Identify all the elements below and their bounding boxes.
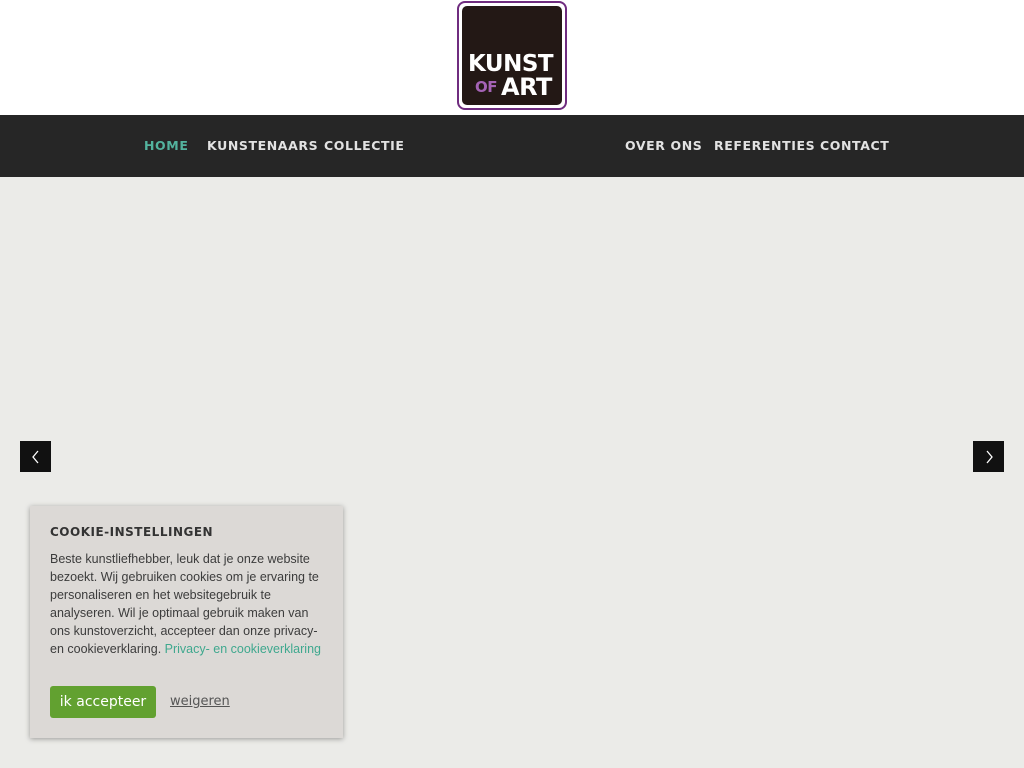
logo-text-art: ART (501, 73, 552, 101)
logo-text-of: OF (475, 78, 498, 96)
slider-next-button[interactable] (973, 441, 1004, 472)
nav-item-collectie[interactable]: COLLECTIE (324, 115, 405, 177)
nav-item-over-ons[interactable]: OVER ONS (625, 115, 702, 177)
cookie-message: Beste kunstliefhebber, leuk dat je onze … (50, 550, 330, 658)
privacy-policy-link[interactable]: Privacy- en cookieverklaring (165, 642, 321, 656)
slider-prev-button[interactable] (20, 441, 51, 472)
nav-item-contact[interactable]: CONTACT (820, 115, 889, 177)
chevron-left-icon (31, 450, 38, 463)
cookie-consent-banner: COOKIE-INSTELLINGEN Beste kunstliefhebbe… (30, 506, 343, 738)
accept-cookies-button[interactable]: ik accepteer (50, 686, 156, 718)
site-header: KUNST OF ART (0, 0, 1024, 115)
nav-item-referenties[interactable]: REFERENTIES (714, 115, 815, 177)
chevron-right-icon (986, 450, 993, 463)
main-navigation: HOME KUNSTENAARS COLLECTIE OVER ONS REFE… (0, 115, 1024, 177)
nav-item-kunstenaars[interactable]: KUNSTENAARS (207, 115, 318, 177)
cookie-text: Beste kunstliefhebber, leuk dat je onze … (50, 552, 319, 656)
decline-cookies-link[interactable]: weigeren (170, 694, 230, 709)
cookie-title: COOKIE-INSTELLINGEN (50, 525, 214, 539)
kunst-of-art-logo[interactable]: KUNST OF ART (457, 1, 567, 110)
logo-mark: KUNST OF ART (462, 6, 562, 105)
nav-item-home[interactable]: HOME (144, 115, 188, 177)
